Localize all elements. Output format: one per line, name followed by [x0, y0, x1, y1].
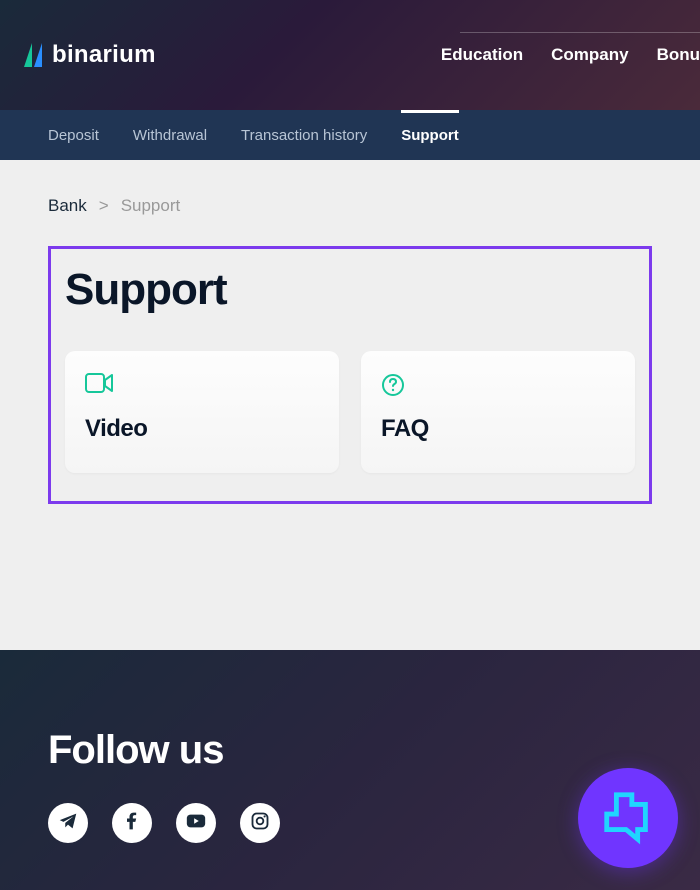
sub-nav: Deposit Withdrawal Transaction history S… — [0, 110, 700, 160]
page-title: Support — [65, 265, 635, 315]
header: binarium Education Company Bonu — [0, 0, 700, 110]
top-nav: Education Company Bonu — [441, 45, 700, 65]
tab-deposit[interactable]: Deposit — [48, 110, 99, 160]
nav-education[interactable]: Education — [441, 45, 523, 65]
footer: Follow us — [0, 650, 700, 890]
follow-us-title: Follow us — [48, 728, 652, 773]
instagram-icon — [250, 811, 270, 836]
tab-support[interactable]: Support — [401, 110, 459, 160]
social-facebook[interactable] — [112, 803, 152, 843]
nav-divider — [460, 32, 700, 33]
social-instagram[interactable] — [240, 803, 280, 843]
card-faq[interactable]: FAQ — [361, 351, 635, 473]
logo-icon — [24, 43, 44, 67]
social-telegram[interactable] — [48, 803, 88, 843]
card-video-title: Video — [85, 415, 319, 443]
youtube-icon — [185, 810, 207, 837]
card-faq-title: FAQ — [381, 415, 615, 443]
breadcrumb-separator: > — [99, 196, 109, 216]
brand-logo[interactable]: binarium — [24, 41, 156, 69]
social-links — [48, 803, 652, 843]
video-icon — [85, 373, 113, 397]
content-area: Bank > Support Support Video — [0, 160, 700, 540]
chat-icon — [599, 787, 657, 850]
brand-name: binarium — [52, 41, 156, 69]
nav-bonus[interactable]: Bonu — [657, 45, 700, 65]
support-cards: Video FAQ — [65, 351, 635, 473]
social-youtube[interactable] — [176, 803, 216, 843]
tab-withdrawal[interactable]: Withdrawal — [133, 110, 207, 160]
support-panel: Support Video — [48, 246, 652, 504]
question-icon — [381, 373, 409, 397]
breadcrumb-current: Support — [121, 196, 181, 216]
nav-company[interactable]: Company — [551, 45, 628, 65]
breadcrumb-bank[interactable]: Bank — [48, 196, 87, 216]
card-video[interactable]: Video — [65, 351, 339, 473]
chat-button[interactable] — [578, 768, 678, 868]
facebook-icon — [122, 811, 142, 836]
telegram-icon — [57, 810, 79, 837]
tab-transaction-history[interactable]: Transaction history — [241, 110, 367, 160]
breadcrumb: Bank > Support — [48, 196, 652, 216]
